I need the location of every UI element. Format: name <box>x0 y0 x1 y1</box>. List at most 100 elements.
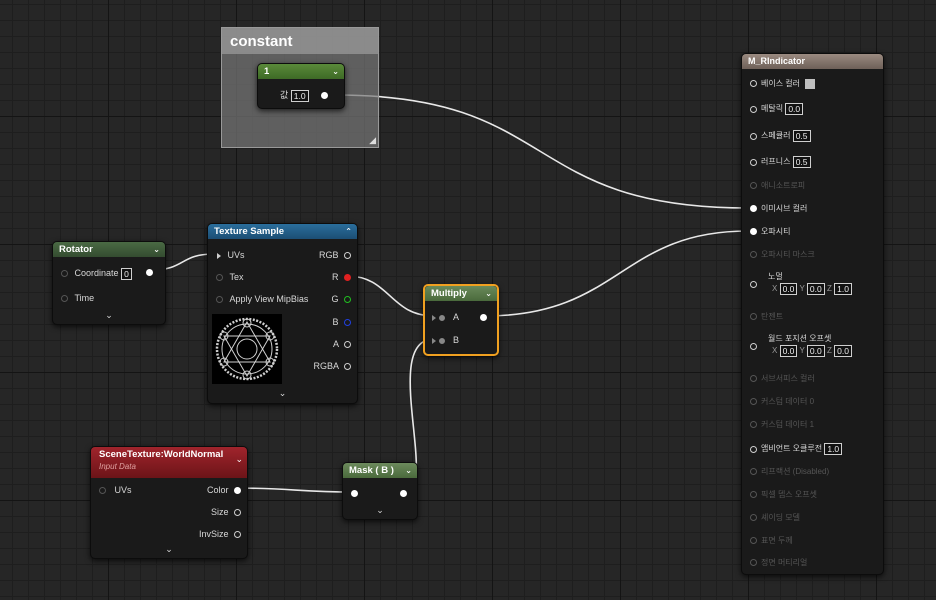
material-header[interactable]: M_RIndicator <box>742 54 883 69</box>
coordinate-value[interactable]: 0 <box>121 267 132 280</box>
mask-output-pin[interactable] <box>400 490 407 497</box>
multiply-a-row: A <box>431 311 459 323</box>
expand-arrow-icon[interactable]: ⌄ <box>91 544 247 555</box>
a-input-pin[interactable] <box>432 314 436 321</box>
constant-node[interactable]: 1 ⌄ 값 1.0 <box>257 63 345 109</box>
a-pin[interactable] <box>344 341 351 349</box>
pin-emissive-color[interactable]: 이미시브 컬러 <box>750 203 807 215</box>
pin-roughness[interactable]: 러프니스 0.5 <box>750 156 811 168</box>
pin-specular[interactable]: 스페큘러 0.5 <box>750 130 811 142</box>
expand-arrow-icon[interactable]: ⌄ <box>53 310 165 321</box>
pin-normal[interactable]: 노멀 X 0.0 Y 0.0 Z 1.0 <box>750 271 852 295</box>
ao-value[interactable]: 1.0 <box>824 443 843 455</box>
roughness-value[interactable]: 0.5 <box>792 156 811 168</box>
mask-input-pin[interactable] <box>351 490 358 497</box>
color-pin[interactable] <box>234 487 241 495</box>
size-output-row: Size <box>211 506 241 518</box>
pin-opacity[interactable]: 오파시티 <box>750 226 790 238</box>
uvs-pin[interactable] <box>99 487 106 495</box>
rgb-pin[interactable] <box>344 252 351 260</box>
pin-subsurface-color: 서브서피스 컬러 <box>750 373 815 385</box>
chevron-down-icon[interactable]: ⌄ <box>153 242 160 257</box>
comment-title[interactable]: constant <box>222 28 378 54</box>
chevron-down-icon[interactable]: ⌄ <box>485 286 492 301</box>
rgb-label: RGB <box>318 250 339 260</box>
value-input[interactable]: 1.0 <box>290 89 309 102</box>
rgba-pin[interactable] <box>344 363 351 371</box>
mask-node[interactable]: Mask ( B ) ⌄ ⌄ <box>342 462 418 520</box>
b-label: B <box>332 317 339 327</box>
scene-texture-node[interactable]: SceneTexture:WorldNormal Input Data ⌄ UV… <box>90 446 248 559</box>
normal-y-input[interactable]: 0.0 <box>806 283 825 295</box>
chevron-down-icon[interactable]: ⌄ <box>235 454 243 465</box>
base-color-swatch[interactable] <box>805 78 816 89</box>
mipbias-input-row: Apply View MipBias <box>216 293 308 305</box>
material-result-node[interactable]: M_RIndicator 베이스 컬러 메탈릭 0.0 스페큘러 0.5 러프니… <box>741 53 884 575</box>
invsize-output-row: InvSize <box>199 528 241 540</box>
r-output-row: R <box>332 271 351 283</box>
scene-texture-subtitle: Input Data <box>99 462 136 471</box>
b-pin[interactable] <box>344 319 351 327</box>
specular-value[interactable]: 0.5 <box>792 130 811 142</box>
a-label: A <box>453 312 460 322</box>
mask-header[interactable]: Mask ( B ) ⌄ <box>343 463 417 478</box>
g-pin[interactable] <box>344 296 351 304</box>
value-label: 값 <box>280 90 289 100</box>
normal-z-input[interactable]: 1.0 <box>834 283 852 295</box>
constant-header[interactable]: 1 ⌄ <box>258 64 344 79</box>
size-pin[interactable] <box>234 509 241 517</box>
b-label: B <box>453 335 460 345</box>
pin-world-position-offset[interactable]: 월드 포지션 오프셋 X 0.0 Y 0.0 Z 0.0 <box>750 333 852 357</box>
chevron-down-icon[interactable]: ⌄ <box>332 64 339 79</box>
texture-sample-header[interactable]: Texture Sample ⌃ <box>208 224 357 239</box>
tex-pin[interactable] <box>216 274 223 282</box>
chevron-down-icon[interactable]: ⌄ <box>405 463 412 478</box>
multiply-output-pin[interactable] <box>480 314 487 321</box>
color-label: Color <box>206 485 229 495</box>
pin-surface-thickness: 표면 두께 <box>750 535 793 547</box>
rotator-node[interactable]: Rotator ⌄ Coordinate 0 Time ⌄ <box>52 241 166 325</box>
scene-texture-header[interactable]: SceneTexture:WorldNormal Input Data ⌄ <box>91 447 247 478</box>
r-pin[interactable] <box>344 274 351 282</box>
pin-ambient-occlusion[interactable]: 앰비언트 오클루전 1.0 <box>750 443 843 455</box>
pin-metallic[interactable]: 메탈릭 0.0 <box>750 103 804 115</box>
pin-custom-data-0: 커스텀 데이터 0 <box>750 396 814 408</box>
pin-pixel-depth-offset: 픽셀 뎁스 오프셋 <box>750 489 817 501</box>
multiply-title: Multiply <box>431 288 467 299</box>
pin-base-color[interactable]: 베이스 컬러 <box>750 78 816 90</box>
multiply-node[interactable]: Multiply ⌄ A B <box>423 284 499 356</box>
expand-arrow-icon[interactable]: ⌄ <box>343 505 417 516</box>
coordinate-pin[interactable] <box>61 270 68 278</box>
expand-arrow-icon[interactable]: ⌄ <box>208 388 357 399</box>
texture-sample-node[interactable]: Texture Sample ⌃ UVs Tex Apply View MipB… <box>207 223 358 404</box>
coordinate-label: Coordinate <box>74 268 119 278</box>
uvs-pin[interactable] <box>217 252 221 259</box>
wpo-z-input[interactable]: 0.0 <box>834 345 852 357</box>
texture-preview-thumbnail <box>212 314 282 384</box>
output-pin[interactable] <box>321 92 329 100</box>
time-label: Time <box>74 293 95 303</box>
wpo-x-input[interactable]: 0.0 <box>779 345 798 357</box>
metallic-value[interactable]: 0.0 <box>785 103 804 115</box>
a-label: A <box>332 339 339 349</box>
invsize-pin[interactable] <box>234 531 241 539</box>
pin-front-material: 정면 머티리얼 <box>750 557 807 569</box>
chevron-up-icon[interactable]: ⌃ <box>345 224 352 239</box>
multiply-header[interactable]: Multiply ⌄ <box>425 286 497 301</box>
mipbias-pin[interactable] <box>216 296 223 304</box>
rotator-title: Rotator <box>59 244 93 255</box>
size-label: Size <box>210 507 229 517</box>
g-label: G <box>331 294 339 304</box>
b-input-pin[interactable] <box>432 337 436 344</box>
normal-x-input[interactable]: 0.0 <box>779 283 798 295</box>
wire-const-to-emissive <box>335 94 749 209</box>
rotator-header[interactable]: Rotator ⌄ <box>53 242 165 257</box>
tex-label: Tex <box>229 272 244 282</box>
texture-sample-title: Texture Sample <box>214 226 285 237</box>
resize-handle-icon[interactable]: ◢ <box>369 135 376 146</box>
wpo-y-input[interactable]: 0.0 <box>806 345 825 357</box>
pin-custom-data-1: 커스텀 데이터 1 <box>750 419 814 431</box>
rotator-output-pin[interactable] <box>146 269 153 276</box>
wire-r-to-multiply-a <box>346 275 435 317</box>
time-pin[interactable] <box>61 295 68 303</box>
